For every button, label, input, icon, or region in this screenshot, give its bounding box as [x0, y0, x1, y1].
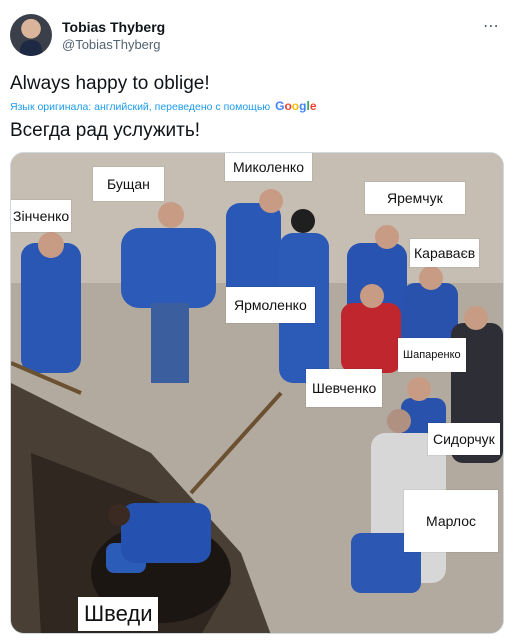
user-avatar[interactable] [10, 14, 52, 56]
google-logo: Google [275, 99, 317, 113]
meme-photo [11, 153, 503, 633]
display-name[interactable]: Tobias Thyberg [62, 18, 165, 36]
more-options-icon[interactable]: ⋯ [483, 16, 500, 36]
label-mykolenko: Миколенко [225, 153, 312, 181]
label-yaremchuk: Яремчук [365, 182, 465, 214]
user-names: Tobias Thyberg @TobiasThyberg [62, 18, 165, 54]
label-karavaev: Караваєв [410, 239, 480, 267]
label-shevchenko: Шевченко [306, 369, 383, 407]
label-shvedy: Шведи [78, 597, 159, 631]
user-handle[interactable]: @TobiasThyberg [62, 36, 165, 54]
translated-text: Всегда рад услужить! [10, 120, 201, 141]
translation-note: Язык оригинала: английский, переведено с… [10, 99, 317, 114]
tweet-image[interactable]: Миколенко Бущан Зінченко Яремчук Караває… [10, 152, 504, 634]
label-zinchenko: Зінченко [11, 200, 72, 232]
label-shaparenko: Шапаренко [398, 338, 466, 372]
tweet-header: Tobias Thyberg @TobiasThyberg ⋯ [10, 14, 506, 58]
tweet-text: Always happy to oblige! [10, 73, 210, 94]
label-bushchan: Бущан [93, 167, 164, 201]
translation-note-text: Язык оригинала: английский, переведено с… [10, 101, 271, 113]
label-sydorchuk: Сидорчук [428, 423, 500, 455]
label-yarmolenko: Ярмоленко [226, 287, 315, 323]
label-marlos: Марлос [404, 490, 499, 552]
